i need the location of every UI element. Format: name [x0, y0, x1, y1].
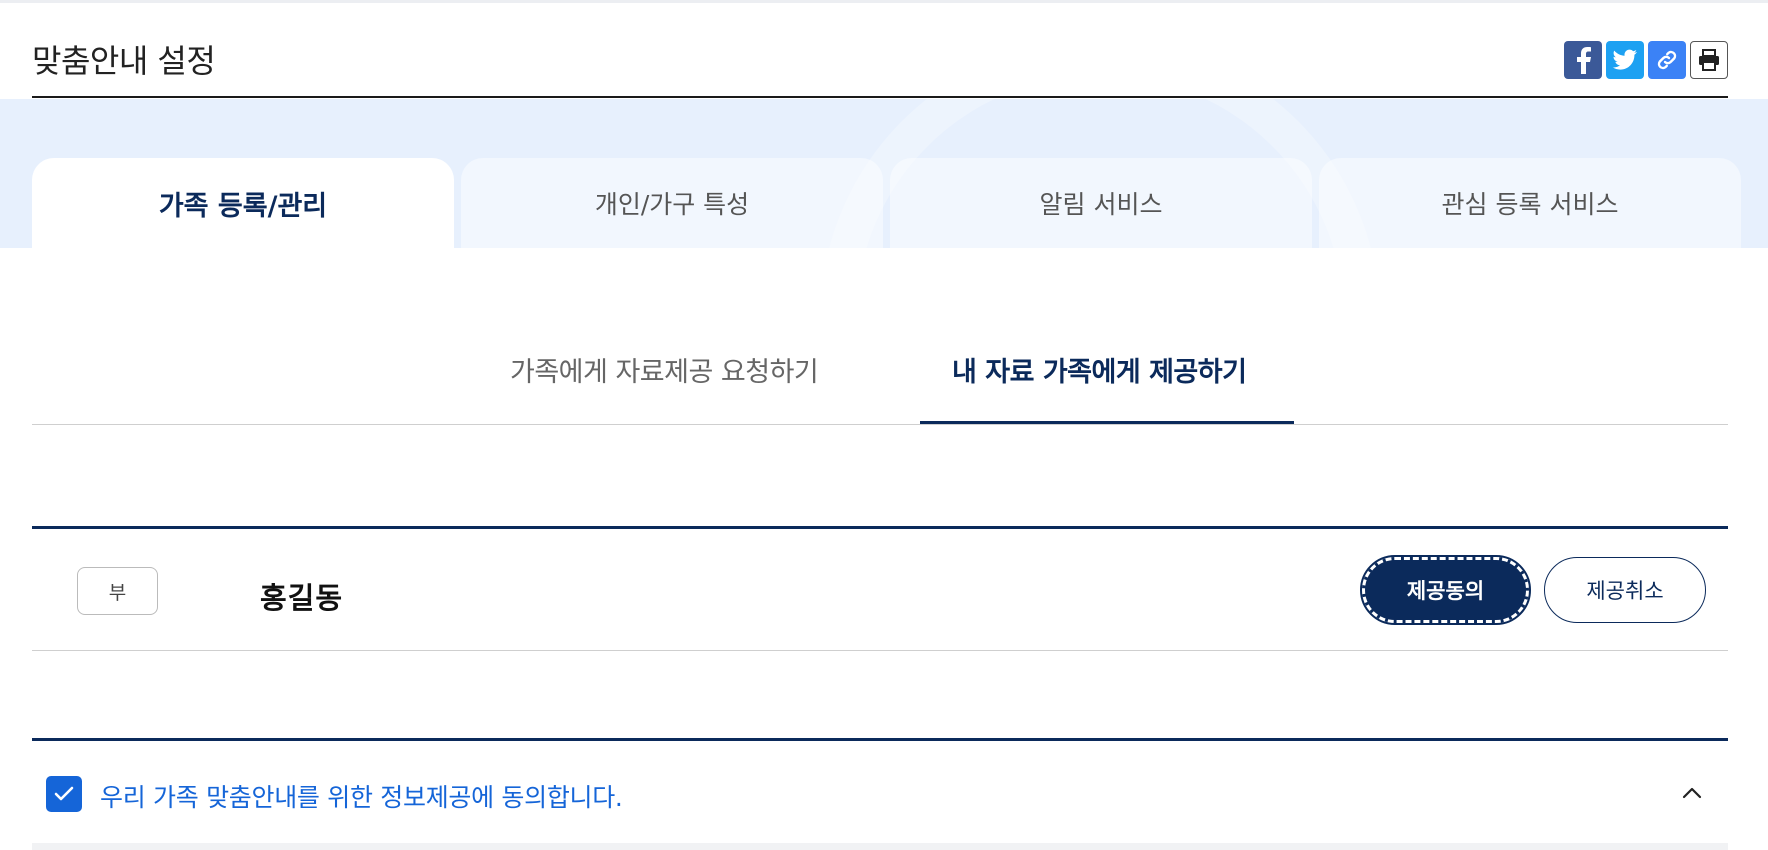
consent-label[interactable]: 우리 가족 맞춤안내를 위한 정보제공에 동의합니다. [100, 778, 623, 814]
subtab-provide-my-data[interactable]: 내 자료 가족에게 제공하기 [952, 350, 1247, 389]
printer-icon[interactable] [1690, 41, 1728, 79]
main-tab-bar: 가족 등록/관리 개인/가구 특성 알림 서비스 관심 등록 서비스 [32, 158, 1744, 248]
family-member-row: 부 홍길동 제공동의 제공취소 [32, 526, 1728, 651]
facebook-icon[interactable] [1564, 41, 1602, 79]
member-name: 홍길동 [260, 581, 344, 615]
check-icon [54, 786, 74, 801]
active-subtab-indicator [920, 421, 1294, 424]
cancel-provide-button[interactable]: 제공취소 [1544, 557, 1706, 623]
twitter-icon[interactable] [1606, 41, 1644, 79]
tab-personal-household[interactable]: 개인/가구 특성 [461, 158, 883, 248]
subtab-request-family-data[interactable]: 가족에게 자료제공 요청하기 [510, 350, 819, 389]
consent-accordion: 우리 가족 맞춤안내를 위한 정보제공에 동의합니다. [32, 738, 1728, 850]
link-icon[interactable] [1648, 41, 1686, 79]
top-divider [0, 0, 1768, 3]
share-toolbar [1564, 41, 1728, 79]
agree-provide-button[interactable]: 제공동의 [1360, 555, 1531, 625]
tab-notification-service[interactable]: 알림 서비스 [890, 158, 1312, 248]
tab-interest-registration[interactable]: 관심 등록 서비스 [1319, 158, 1741, 248]
consent-panel-top [32, 843, 1728, 850]
page-title: 맞춤안내 설정 [32, 42, 216, 80]
sub-tab-bar: 가족에게 자료제공 요청하기 내 자료 가족에게 제공하기 [32, 330, 1728, 425]
consent-checkbox[interactable] [46, 776, 82, 812]
page-header: 맞춤안내 설정 [32, 24, 1728, 98]
chevron-up-icon[interactable] [1676, 777, 1708, 809]
tab-family-management[interactable]: 가족 등록/관리 [32, 158, 454, 248]
relation-badge: 부 [77, 567, 158, 615]
